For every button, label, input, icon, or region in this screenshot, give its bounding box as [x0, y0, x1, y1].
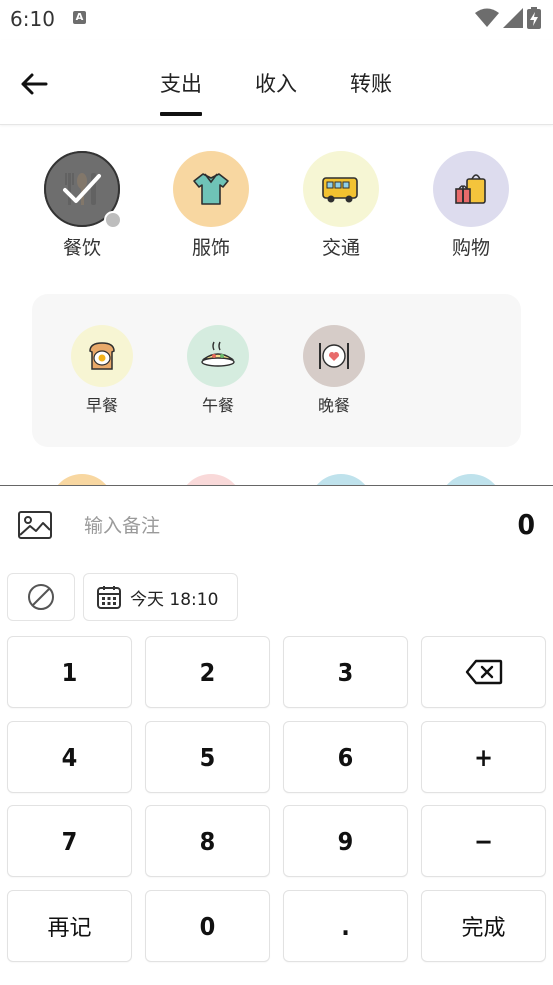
rice-dish-icon: [201, 341, 235, 367]
key-0[interactable]: 0: [145, 890, 270, 962]
backspace-icon: [465, 659, 502, 685]
battery-charging-icon: [527, 7, 541, 29]
subcategory-breakfast[interactable]: 早餐: [62, 325, 142, 416]
decimal-key[interactable]: .: [283, 890, 408, 962]
header: 支出 收入 转账: [0, 40, 553, 125]
category-shopping[interactable]: 购物: [421, 151, 521, 260]
key-6[interactable]: 6: [283, 721, 408, 793]
category-label: 购物: [451, 237, 490, 259]
category-dining[interactable]: 餐饮: [32, 151, 132, 260]
cellular-signal-icon: [503, 8, 523, 28]
image-icon: [18, 511, 52, 539]
date-button[interactable]: 今天 18:10: [83, 573, 238, 621]
subcategory-icon-circle: [71, 325, 133, 387]
key-8[interactable]: 8: [145, 805, 270, 877]
dinner-plate-icon: [319, 343, 349, 369]
amount-display: 0: [517, 508, 535, 541]
category-clothing[interactable]: 服饰: [161, 151, 261, 260]
done-button[interactable]: 完成: [421, 890, 546, 962]
add-image-button[interactable]: [16, 506, 54, 544]
category-icon-circle: [433, 151, 509, 227]
backspace-key[interactable]: [421, 636, 546, 708]
minus-key[interactable]: −: [421, 805, 546, 877]
category-icon-circle: [173, 151, 249, 227]
status-icons: [475, 7, 541, 29]
status-bar: 6:10 A: [0, 0, 553, 40]
category-label: 服饰: [191, 237, 230, 259]
ban-icon: [28, 584, 54, 610]
subcategory-panel: 早餐 午餐 晚餐: [32, 294, 521, 447]
subcategory-label: 午餐: [201, 396, 234, 415]
subcategory-lunch[interactable]: 午餐: [178, 325, 258, 416]
date-label: 今天 18:10: [130, 589, 219, 610]
key-4[interactable]: 4: [7, 721, 132, 793]
record-again-button[interactable]: 再记: [7, 890, 132, 962]
key-7[interactable]: 7: [7, 805, 132, 877]
key-2[interactable]: 2: [145, 636, 270, 708]
tab-transfer[interactable]: 转账: [350, 68, 392, 118]
tab-income[interactable]: 收入: [255, 68, 297, 118]
no-account-button[interactable]: [7, 573, 75, 621]
shopping-bag-icon: [455, 174, 486, 204]
wifi-icon: [475, 8, 499, 27]
note-input[interactable]: [82, 510, 466, 542]
category-label: 交通: [321, 237, 360, 259]
checkmark-icon: [63, 174, 101, 203]
subcategory-icon-circle: [187, 325, 249, 387]
key-5[interactable]: 5: [145, 721, 270, 793]
subcategory-icon-circle: [303, 325, 365, 387]
key-3[interactable]: 3: [283, 636, 408, 708]
shirt-icon: [193, 173, 229, 205]
edit-badge-icon[interactable]: [104, 211, 122, 229]
status-time: 6:10: [10, 7, 55, 31]
subcategory-dinner[interactable]: 晚餐: [294, 325, 374, 416]
category-label: 餐饮: [62, 237, 101, 259]
key-9[interactable]: 9: [283, 805, 408, 877]
category-icon-circle: [303, 151, 379, 227]
tab-expense[interactable]: 支出: [160, 68, 202, 118]
category-icon-circle: [44, 151, 122, 229]
key-1[interactable]: 1: [7, 636, 132, 708]
category-transport[interactable]: 交通: [291, 151, 391, 260]
calendar-icon: [97, 586, 121, 609]
bus-icon: [322, 177, 358, 203]
notification-a-icon: A: [73, 11, 86, 24]
plus-key[interactable]: +: [421, 721, 546, 793]
type-tabs: 支出 收入 转账: [0, 40, 553, 124]
subcategory-label: 晚餐: [317, 396, 350, 415]
toast-egg-icon: [89, 342, 115, 370]
subcategory-label: 早餐: [85, 396, 118, 415]
